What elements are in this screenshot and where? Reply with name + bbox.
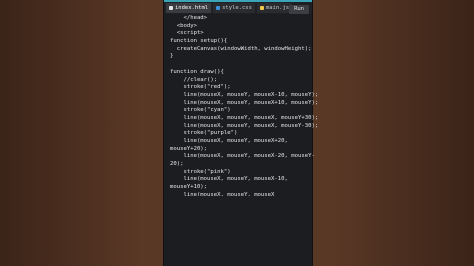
code-editor[interactable]: </head> <body> <script> function setup(){…: [164, 15, 318, 198]
code-line[interactable]: function setup(){: [170, 38, 312, 46]
code-line[interactable]: line(mouseX, mouseY, mouseX, mouseY+30);: [170, 115, 318, 123]
tab-style-css[interactable]: style.css: [213, 3, 255, 13]
css-file-icon: [216, 6, 221, 10]
code-line[interactable]: stroke("red");: [170, 84, 312, 92]
code-line[interactable]: }: [170, 53, 312, 61]
tab-label: index.html: [175, 5, 209, 11]
code-line[interactable]: line(mouseX, mouseY, mouseX-10, mouseY);: [170, 92, 318, 100]
video-background: index.html style.css main.js Run </head>…: [0, 0, 474, 266]
code-line[interactable]: line(mouseX, mouseY, mouseX, mouseY-30);: [170, 123, 318, 131]
tab-label: main.js: [265, 5, 290, 11]
code-line[interactable]: stroke("purple"): [170, 130, 312, 138]
code-line[interactable]: </head>: [170, 15, 312, 23]
code-line[interactable]: <body>: [170, 23, 312, 31]
tab-index-html[interactable]: index.html: [166, 3, 212, 13]
code-line[interactable]: <script>: [170, 30, 312, 38]
code-line[interactable]: mouseY+20);: [170, 146, 312, 154]
editor-empty-area: [164, 196, 312, 266]
code-line[interactable]: stroke("cyan"): [170, 107, 312, 115]
tab-label: style.css: [222, 5, 252, 11]
code-line[interactable]: line(mouseX, mouseY, mouseX+20,: [170, 138, 312, 146]
code-line[interactable]: line(mouseX, mouseY, mouseX+10, mouseY);: [170, 100, 318, 108]
code-editor-window: index.html style.css main.js Run </head>…: [163, 0, 318, 266]
code-line[interactable]: 20);: [170, 161, 312, 169]
js-file-icon: [259, 6, 264, 10]
code-line[interactable]: function draw(){: [170, 69, 312, 77]
code-line[interactable]: mouseY+10);: [170, 184, 312, 192]
code-line[interactable]: line(mouseX, mouseY, mouseX-20, mouseY-: [170, 153, 314, 161]
code-line[interactable]: createCanvas(windowWidth, windowHeight);: [170, 46, 312, 54]
code-line[interactable]: //clear();: [170, 77, 312, 85]
tab-bar: index.html style.css main.js Run: [164, 2, 312, 14]
html-file-icon: [169, 6, 173, 10]
tab-main-js[interactable]: main.js: [256, 3, 293, 13]
code-line[interactable]: [170, 61, 312, 69]
run-button[interactable]: Run: [289, 5, 309, 14]
code-line[interactable]: line(mouseX, mouseY, mouseX-10,: [170, 176, 312, 184]
code-line[interactable]: stroke("pink"): [170, 169, 312, 177]
